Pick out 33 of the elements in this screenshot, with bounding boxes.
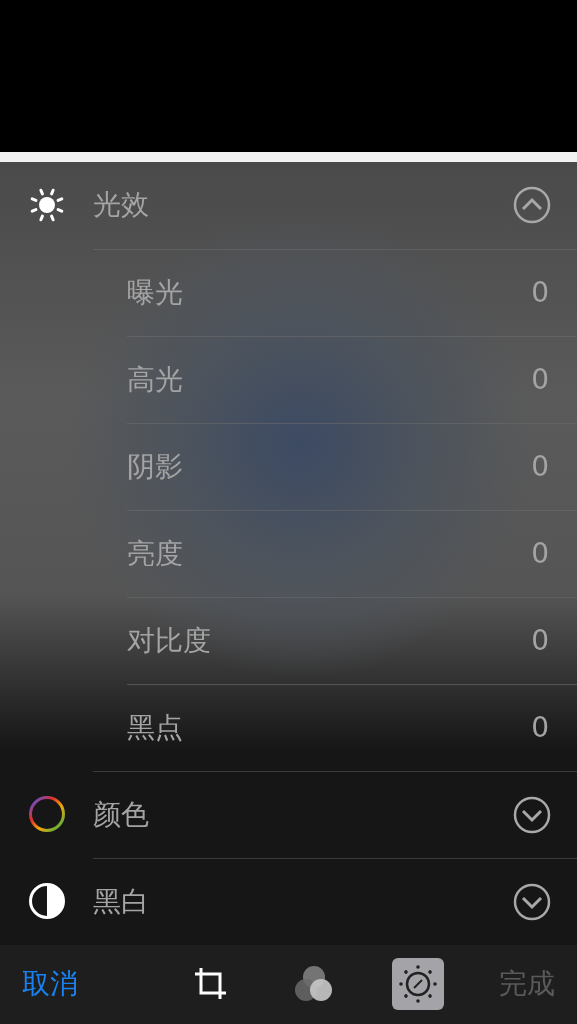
dial-icon	[397, 964, 438, 1005]
adjustment-value: 0	[531, 448, 549, 485]
adjustment-row[interactable]: 黑点 0	[127, 683, 577, 771]
expand-icon[interactable]	[513, 882, 551, 921]
crop-icon	[192, 967, 227, 1002]
adjustment-label: 阴影	[127, 448, 184, 485]
adjustment-label: 高光	[127, 361, 184, 398]
adjustment-value: 0	[531, 535, 549, 572]
adjust-tool-button[interactable]	[391, 958, 444, 1011]
adjustment-value: 0	[531, 622, 549, 659]
adjustment-row[interactable]: 对比度 0	[127, 596, 577, 684]
cancel-button[interactable]: 取消	[22, 963, 78, 1006]
section-header[interactable]: 颜色	[0, 770, 577, 858]
color-wheel-icon	[28, 795, 66, 834]
adjustment-row[interactable]: 亮度 0	[127, 509, 577, 597]
adjustment-row[interactable]: 阴影 0	[127, 422, 577, 510]
adjustment-row[interactable]: 高光 0	[127, 335, 577, 423]
section-header[interactable]: 黑白	[0, 857, 577, 945]
adjustment-value: 0	[531, 274, 549, 311]
collapse-icon[interactable]	[513, 186, 551, 225]
half-circle-icon	[28, 882, 66, 921]
adjustment-value: 0	[531, 361, 549, 398]
section-title: 颜色	[93, 796, 150, 833]
adjustment-label: 黑点	[127, 709, 184, 746]
section-title: 光效	[93, 187, 150, 224]
section-header[interactable]: 光效	[0, 161, 577, 249]
adjustment-label: 亮度	[127, 535, 184, 572]
adjustment-value: 0	[531, 709, 549, 746]
section-title: 黑白	[93, 883, 150, 920]
adjustment-row[interactable]: 曝光 0	[93, 248, 577, 336]
expand-icon[interactable]	[513, 795, 551, 834]
adjustment-label: 曝光	[127, 274, 184, 311]
adjustment-label: 对比度	[127, 622, 212, 659]
